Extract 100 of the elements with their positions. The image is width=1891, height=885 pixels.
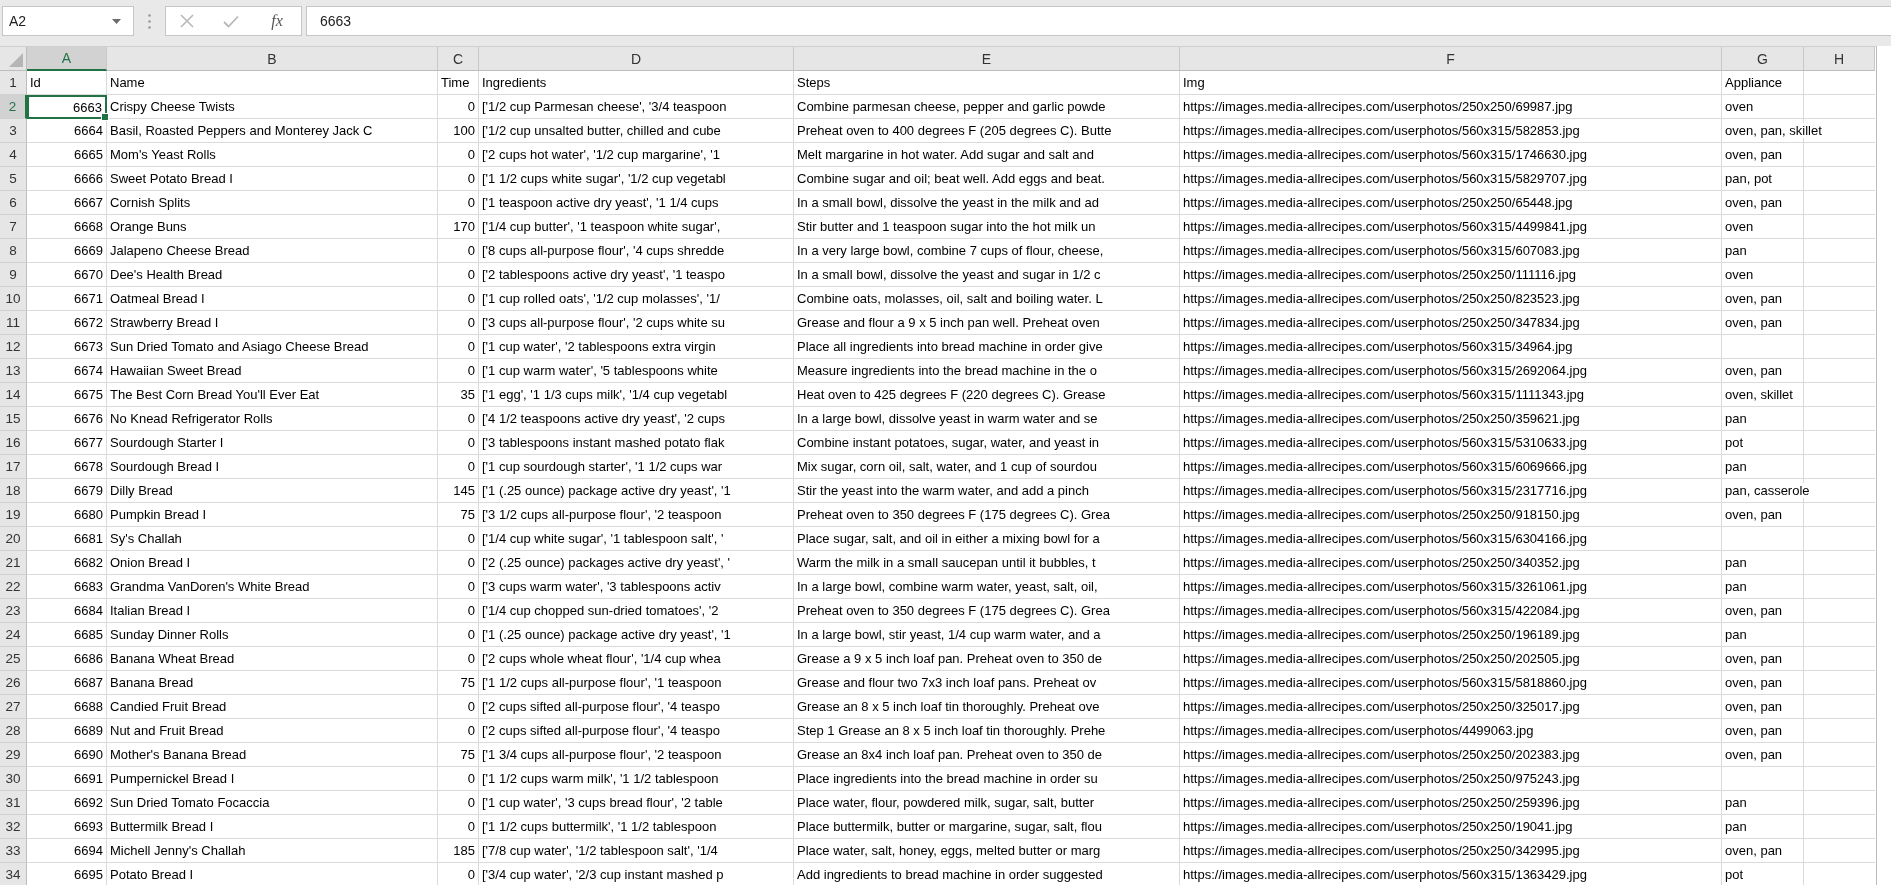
table-cell: In a very large bowl, combine 7 cups of flour, cheese, <box>794 239 1180 263</box>
table-cell: oven, pan <box>1722 671 1875 695</box>
table-cell: ['1/4 cup white sugar', '1 tablespoon salt', ' <box>479 527 794 551</box>
table-cell: pan <box>1722 455 1875 479</box>
name-box[interactable]: A2 <box>2 6 134 36</box>
table-cell: pan, casserole <box>1722 479 1875 503</box>
table-cell: 6665 <box>27 143 107 167</box>
table-cell: Place ingredients into the bread machine in order su <box>794 767 1180 791</box>
row-header[interactable]: 25 <box>0 647 27 671</box>
row-header[interactable]: 20 <box>0 527 27 551</box>
row-header[interactable]: 21 <box>0 551 27 575</box>
row-header[interactable]: 17 <box>0 455 27 479</box>
row-header[interactable]: 18 <box>0 479 27 503</box>
row-header[interactable]: 11 <box>0 311 27 335</box>
column-header[interactable]: D <box>479 47 794 71</box>
table-cell: ['2 cups whole wheat flour', '1/4 cup whea <box>479 647 794 671</box>
row-header[interactable]: 31 <box>0 791 27 815</box>
row-header[interactable]: 8 <box>0 239 27 263</box>
insert-function-button[interactable]: fx <box>267 12 287 30</box>
table-cell: https://images.media-allrecipes.com/userphotos/560x315/1746630.jpg <box>1180 143 1722 167</box>
row-header[interactable]: 13 <box>0 359 27 383</box>
row-header[interactable]: 2 <box>0 95 27 119</box>
table-cell: 6689 <box>27 719 107 743</box>
table-cell: 75 <box>438 671 479 695</box>
table-cell: https://images.media-allrecipes.com/userphotos/250x250/202505.jpg <box>1180 647 1722 671</box>
column-header[interactable]: G <box>1722 47 1804 71</box>
column-header[interactable]: A <box>27 47 107 71</box>
row-header[interactable]: 10 <box>0 287 27 311</box>
table-cell: https://images.media-allrecipes.com/userphotos/250x250/325017.jpg <box>1180 695 1722 719</box>
table-cell: Grandma VanDoren's White Bread <box>107 575 438 599</box>
row-header[interactable]: 32 <box>0 815 27 839</box>
table-cell: https://images.media-allrecipes.com/userphotos/560x315/1363429.jpg <box>1180 863 1722 885</box>
row-header[interactable]: 22 <box>0 575 27 599</box>
row-header[interactable]: 9 <box>0 263 27 287</box>
row-header[interactable]: 28 <box>0 719 27 743</box>
table-cell: pot <box>1722 431 1875 455</box>
row-header[interactable]: 7 <box>0 215 27 239</box>
table-cell: Oatmeal Bread I <box>107 287 438 311</box>
row-header[interactable]: 12 <box>0 335 27 359</box>
triangle-icon <box>9 53 23 67</box>
row-header[interactable]: 5 <box>0 167 27 191</box>
table-cell: Hawaiian Sweet Bread <box>107 359 438 383</box>
row-header[interactable]: 1 <box>0 71 27 95</box>
table-cell: The Best Corn Bread You'll Ever Eat <box>107 383 438 407</box>
row-header[interactable]: 23 <box>0 599 27 623</box>
column-header[interactable]: E <box>794 47 1180 71</box>
table-cell: ['1/2 cup Parmesan cheese', '3/4 teaspoon <box>479 95 794 119</box>
table-cell: 145 <box>438 479 479 503</box>
more-icon[interactable] <box>148 13 151 29</box>
table-cell: 0 <box>438 287 479 311</box>
table-cell: 0 <box>438 791 479 815</box>
row-header[interactable]: 14 <box>0 383 27 407</box>
table-cell: ['2 tablespoons active dry yeast', '1 teaspo <box>479 263 794 287</box>
row-header[interactable]: 6 <box>0 191 27 215</box>
table-cell: 6670 <box>27 263 107 287</box>
check-icon[interactable] <box>222 14 239 28</box>
row-header[interactable]: 15 <box>0 407 27 431</box>
row-header[interactable]: 19 <box>0 503 27 527</box>
row-header[interactable]: 24 <box>0 623 27 647</box>
table-cell: ['4 1/2 teaspoons active dry yeast', '2 cups <box>479 407 794 431</box>
table-cell: oven, pan <box>1722 191 1875 215</box>
table-cell: Crispy Cheese Twists <box>107 95 438 119</box>
cancel-icon[interactable] <box>180 14 195 28</box>
table-cell: oven <box>1722 215 1875 239</box>
table-cell: https://images.media-allrecipes.com/userphotos/560x315/422084.jpg <box>1180 599 1722 623</box>
table-cell: https://images.media-allrecipes.com/userphotos/250x250/918150.jpg <box>1180 503 1722 527</box>
row-header[interactable]: 27 <box>0 695 27 719</box>
select-all-button[interactable] <box>0 47 27 71</box>
formula-field[interactable]: 6663 <box>306 6 1891 36</box>
table-cell: pan <box>1722 623 1875 647</box>
table-cell: ['3 cups all-purpose flour', '2 cups white su <box>479 311 794 335</box>
column-header[interactable]: H <box>1804 47 1875 71</box>
table-cell: https://images.media-allrecipes.com/userphotos/560x315/5829707.jpg <box>1180 167 1722 191</box>
row-header[interactable]: 34 <box>0 863 27 885</box>
table-cell: oven, skillet <box>1722 383 1875 407</box>
table-cell: 185 <box>438 839 479 863</box>
row-header[interactable]: 4 <box>0 143 27 167</box>
row-header[interactable]: 16 <box>0 431 27 455</box>
column-header[interactable]: C <box>438 47 479 71</box>
table-cell: ['2 (.25 ounce) packages active dry yeast', ' <box>479 551 794 575</box>
table-cell: Combine parmesan cheese, pepper and garlic powde <box>794 95 1180 119</box>
table-cell: ['3 cups warm water', '3 tablespoons activ <box>479 575 794 599</box>
row-header[interactable]: 29 <box>0 743 27 767</box>
row-header[interactable]: 3 <box>0 119 27 143</box>
table-cell: Strawberry Bread I <box>107 311 438 335</box>
table-cell: 6694 <box>27 839 107 863</box>
table-cell: pan <box>1722 407 1875 431</box>
table-cell: Banana Wheat Bread <box>107 647 438 671</box>
row-header[interactable]: 30 <box>0 767 27 791</box>
table-cell: 6691 <box>27 767 107 791</box>
column-header[interactable]: F <box>1180 47 1722 71</box>
column-header[interactable]: B <box>107 47 438 71</box>
row-header[interactable]: 33 <box>0 839 27 863</box>
table-cell: 6693 <box>27 815 107 839</box>
table-cell: https://images.media-allrecipes.com/userphotos/250x250/196189.jpg <box>1180 623 1722 647</box>
table-cell: ['8 cups all-purpose flour', '4 cups shredde <box>479 239 794 263</box>
row-header[interactable]: 26 <box>0 671 27 695</box>
table-cell: Sy's Challah <box>107 527 438 551</box>
table-cell: 6664 <box>27 119 107 143</box>
table-cell: In a large bowl, dissolve yeast in warm water and se <box>794 407 1180 431</box>
